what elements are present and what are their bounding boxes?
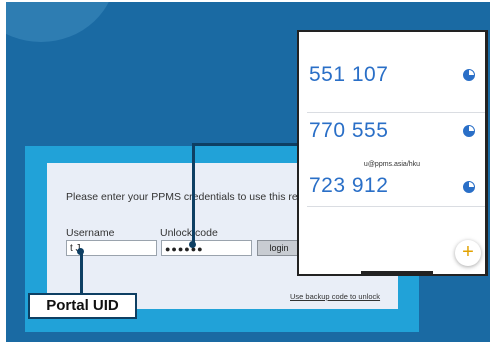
connector-dot [189,241,196,248]
unlock-code-label: Unlock code [160,227,218,239]
otp-code: 770 555 [309,119,389,142]
timer-icon [463,69,475,81]
timer-icon [463,181,475,193]
row-divider [307,206,485,207]
connector-line [192,143,298,146]
username-label: Username [66,227,115,239]
backup-code-link[interactable]: Use backup code to unlock [290,292,380,301]
portal-uid-callout: Portal UID [28,293,137,319]
connector-line [80,252,83,294]
connector-dot [77,248,84,255]
decorative-circle [6,2,116,42]
otp-code: 723 912 [309,174,389,197]
otp-code: 551 107 [309,63,389,86]
timer-icon [463,125,475,137]
login-button[interactable]: login [257,240,301,256]
home-indicator [361,271,433,274]
login-prompt: Please enter your PPMS credentials to us… [66,191,315,203]
unlock-code-field[interactable]: ●●●●●● [161,240,252,256]
authenticator-phone: 551 107 770 555 u@ppms.asia/hku 723 912 … [297,30,488,276]
add-account-button[interactable]: + [455,240,481,266]
otp-row[interactable]: 723 912 [299,173,485,208]
otp-row[interactable]: 551 107 [299,32,485,112]
account-label: u@ppms.asia/hku [363,161,421,168]
connector-line [192,145,195,245]
